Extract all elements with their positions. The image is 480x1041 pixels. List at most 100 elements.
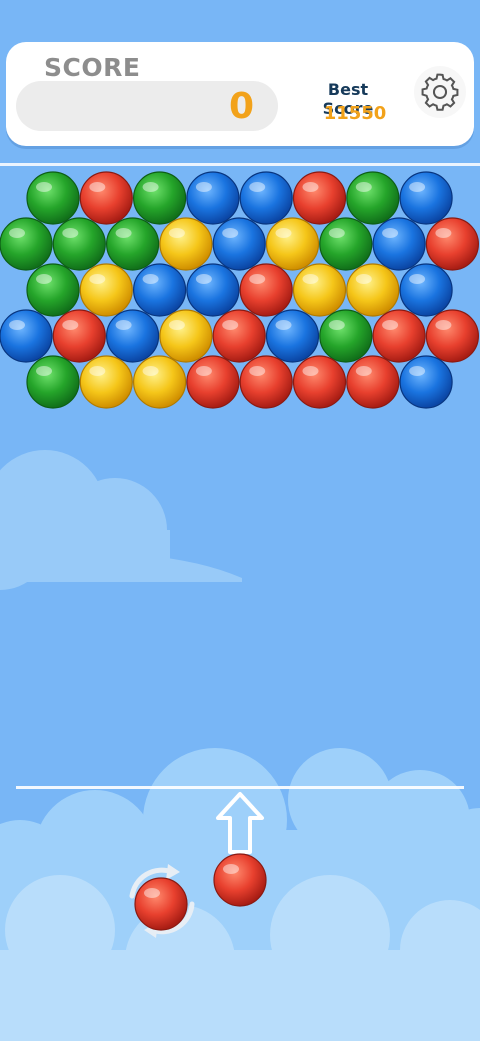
bubble-green (26, 355, 80, 409)
bubble-highlight (275, 228, 292, 238)
score-track: 0 (16, 81, 278, 131)
bubble-green (0, 217, 53, 271)
settings-button[interactable] (414, 66, 466, 118)
upper-cloud (0, 450, 242, 590)
bubble-body (186, 355, 240, 409)
bubble-highlight (89, 182, 106, 192)
bubble-blue (186, 171, 240, 225)
bubble-red (239, 355, 293, 409)
bubble-yellow (159, 217, 213, 271)
bubble-highlight (355, 182, 372, 192)
bubble-body (133, 263, 187, 317)
bubble-body (239, 355, 293, 409)
bubble-yellow (346, 263, 400, 317)
score-value: 0 (228, 86, 254, 127)
bubble-highlight (36, 182, 52, 192)
bubble-highlight (302, 366, 319, 376)
bubble-red (372, 309, 426, 363)
bubble-blue (0, 309, 53, 363)
bubble-yellow (79, 355, 133, 409)
bubble-highlight (9, 320, 25, 330)
bubble-red (292, 355, 347, 409)
bubble-body (292, 355, 347, 409)
bubble-highlight (142, 274, 159, 284)
bubble-body (159, 217, 213, 271)
bubble-yellow (133, 355, 187, 409)
bubble-yellow (265, 217, 320, 271)
bubble-highlight (89, 274, 106, 284)
bubble-highlight (249, 366, 266, 376)
bubble-body (346, 171, 400, 225)
bubble-highlight (142, 182, 159, 192)
bubble-body (0, 309, 53, 363)
bubble-highlight (382, 228, 399, 238)
bubble-body (186, 171, 240, 225)
bubble-highlight (435, 228, 452, 238)
bubble-board[interactable] (0, 168, 480, 413)
bubble-body (26, 171, 80, 225)
bubble-red (52, 309, 106, 363)
bubble-highlight (168, 320, 185, 330)
bubble-body (425, 217, 479, 271)
swap-arrowhead-top (166, 864, 180, 880)
bubble-body (212, 309, 266, 363)
bubble-body (372, 217, 426, 271)
bubble-body (239, 263, 293, 317)
bubble-highlight (249, 182, 266, 192)
bubble-body (292, 263, 347, 317)
bubble-blue (265, 309, 320, 363)
bubble-body (159, 309, 213, 363)
bubble-highlight (9, 228, 25, 238)
bubble-highlight (409, 274, 426, 284)
bubble-highlight (222, 228, 239, 238)
shooter-area (129, 792, 267, 938)
bubble-green (52, 217, 106, 271)
bubble-body (399, 171, 453, 225)
bubble-green (26, 171, 80, 225)
bubble-highlight (36, 274, 52, 284)
bubble-highlight (328, 228, 345, 238)
bubble-green (319, 309, 373, 363)
bubble-highlight (36, 366, 52, 376)
bubble-highlight (222, 320, 239, 330)
bubble-body (265, 217, 320, 271)
bubble-red (186, 355, 240, 409)
bubble-body (212, 217, 266, 271)
bubble-red (239, 263, 293, 317)
bubble-blue (239, 171, 293, 225)
next-bubble[interactable] (134, 877, 188, 931)
bubble-green (106, 217, 160, 271)
bubble-body (52, 217, 106, 271)
bubble-blue (133, 263, 187, 317)
gear-icon (421, 73, 459, 111)
bubble-body (319, 217, 373, 271)
bubble-red (79, 171, 133, 225)
bubble-body (0, 217, 53, 271)
bubble-highlight (409, 182, 426, 192)
bubble-highlight (62, 228, 79, 238)
bubble-highlight (89, 366, 106, 376)
bubble-blue (399, 355, 453, 409)
bubble-body (52, 309, 106, 363)
bubble-highlight (409, 366, 426, 376)
bubble-highlight (249, 274, 266, 284)
bubble-red (292, 171, 347, 225)
bubble-highlight (275, 320, 292, 330)
bubble-highlight (435, 320, 452, 330)
bubble-blue (186, 263, 240, 317)
bubble-blue (372, 217, 426, 271)
bubble-body (26, 263, 80, 317)
bubble-red (212, 309, 266, 363)
bubble-red (425, 309, 479, 363)
bubble-highlight (142, 366, 159, 376)
bubble-body (133, 171, 187, 225)
bubble-body (292, 171, 347, 225)
current-bubble[interactable] (213, 853, 267, 907)
bubble-body (26, 355, 80, 409)
bubble-highlight (168, 228, 185, 238)
bubble-highlight (382, 320, 399, 330)
bubble-highlight (355, 366, 372, 376)
bubble-body (79, 171, 133, 225)
bubble-body (79, 355, 133, 409)
bubble-highlight (302, 182, 319, 192)
